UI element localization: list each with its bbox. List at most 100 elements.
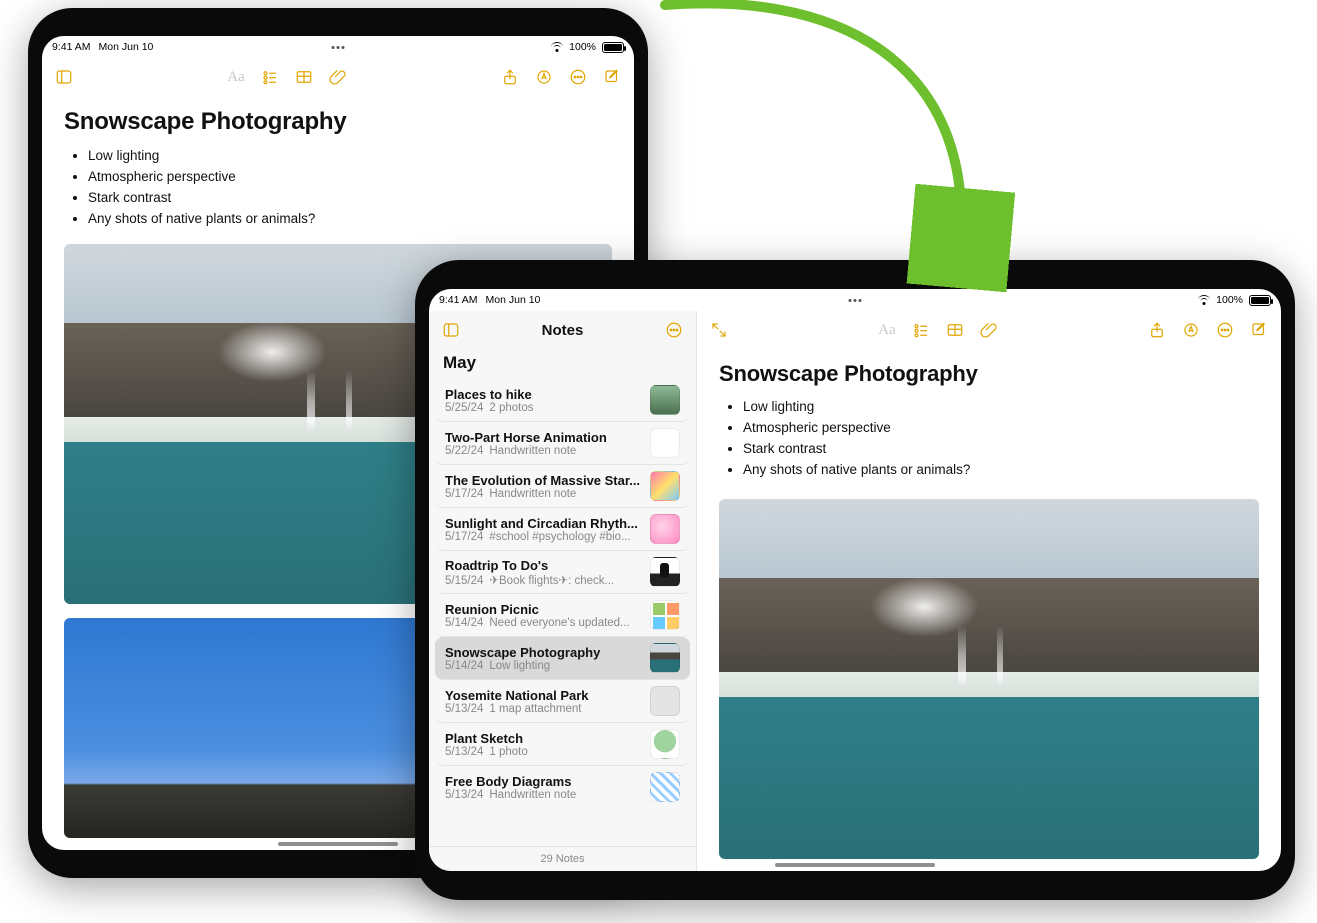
multitask-pill[interactable] bbox=[849, 299, 862, 302]
note-item-title: Reunion Picnic bbox=[445, 602, 642, 617]
battery-icon bbox=[602, 42, 624, 53]
table-button[interactable] bbox=[290, 63, 318, 91]
note-list-item[interactable]: Two-Part Horse Animation5/22/24Handwritt… bbox=[435, 422, 690, 465]
note-item-title: Sunlight and Circadian Rhyth... bbox=[445, 516, 642, 531]
bullet-item: Any shots of native plants or animals? bbox=[88, 209, 612, 230]
note-item-thumbnail bbox=[650, 514, 680, 544]
note-item-title: Places to hike bbox=[445, 387, 642, 402]
bullet-item: Atmospheric perspective bbox=[743, 418, 1259, 439]
sidebar-section-header: May bbox=[429, 349, 696, 379]
status-date: Mon Jun 10 bbox=[99, 41, 154, 53]
table-button[interactable] bbox=[941, 316, 969, 344]
bullet-item: Stark contrast bbox=[88, 188, 612, 209]
note-item-subtitle: 5/13/241 photo bbox=[445, 746, 642, 758]
note-item-subtitle: 5/17/24Handwritten note bbox=[445, 488, 642, 500]
note-list-item[interactable]: Places to hike5/25/242 photos bbox=[435, 379, 690, 422]
status-time: 9:41 AM bbox=[52, 41, 91, 53]
compose-icon bbox=[1250, 321, 1268, 339]
note-item-subtitle: 5/13/24Handwritten note bbox=[445, 789, 642, 801]
home-indicator[interactable] bbox=[278, 842, 398, 846]
text-format-button[interactable]: Aa bbox=[873, 316, 901, 344]
share-button[interactable] bbox=[496, 63, 524, 91]
markup-icon bbox=[1182, 321, 1200, 339]
note-toolbar: Aa bbox=[42, 58, 634, 96]
note-detail-pane: Aa bbox=[697, 311, 1281, 871]
checklist-button[interactable] bbox=[256, 63, 284, 91]
note-item-title: Two-Part Horse Animation bbox=[445, 430, 642, 445]
share-icon bbox=[501, 68, 519, 86]
ellipsis-circle-icon bbox=[1216, 321, 1234, 339]
expand-icon bbox=[710, 321, 728, 339]
note-list-item[interactable]: Yosemite National Park5/13/241 map attac… bbox=[435, 680, 690, 723]
note-list-item[interactable]: The Evolution of Massive Star...5/17/24H… bbox=[435, 465, 690, 508]
note-item-title: The Evolution of Massive Star... bbox=[445, 473, 642, 488]
note-title: Snowscape Photography bbox=[64, 108, 612, 136]
status-battery-pct: 100% bbox=[1216, 294, 1243, 306]
note-item-thumbnail bbox=[650, 428, 680, 458]
note-item-title: Plant Sketch bbox=[445, 731, 642, 746]
wifi-icon bbox=[1198, 295, 1210, 305]
note-title: Snowscape Photography bbox=[719, 361, 1259, 387]
home-indicator[interactable] bbox=[775, 863, 935, 867]
attach-button[interactable] bbox=[324, 63, 352, 91]
note-editor[interactable]: Snowscape Photography Low lighting Atmos… bbox=[697, 349, 1281, 871]
compose-icon bbox=[603, 68, 621, 86]
ipad-landscape: 9:41 AM Mon Jun 10 100% Notes bbox=[415, 260, 1295, 900]
note-item-subtitle: 5/14/24Low lighting bbox=[445, 660, 642, 672]
sidebar-toolbar: Notes bbox=[429, 311, 696, 349]
note-list-item[interactable]: Free Body Diagrams5/13/24Handwritten not… bbox=[435, 766, 690, 808]
more-button[interactable] bbox=[1211, 316, 1239, 344]
notes-list[interactable]: Places to hike5/25/242 photosTwo-Part Ho… bbox=[429, 379, 696, 846]
note-item-subtitle: 5/22/24Handwritten note bbox=[445, 445, 642, 457]
toggle-sidebar-button[interactable] bbox=[50, 63, 78, 91]
note-bullet-list: Low lighting Atmospheric perspective Sta… bbox=[64, 146, 612, 230]
status-battery-pct: 100% bbox=[569, 41, 596, 53]
fullscreen-button[interactable] bbox=[705, 316, 733, 344]
compose-button[interactable] bbox=[1245, 316, 1273, 344]
note-item-thumbnail bbox=[650, 557, 680, 587]
text-format-button[interactable]: Aa bbox=[222, 63, 250, 91]
bullet-item: Stark contrast bbox=[743, 439, 1259, 460]
sidebar-title: Notes bbox=[429, 322, 696, 339]
paperclip-icon bbox=[329, 68, 347, 86]
sidebar-icon bbox=[55, 68, 73, 86]
note-list-item[interactable]: Plant Sketch5/13/241 photo bbox=[435, 723, 690, 766]
multitask-pill[interactable] bbox=[332, 46, 345, 49]
note-item-thumbnail bbox=[650, 643, 680, 673]
compose-button[interactable] bbox=[598, 63, 626, 91]
aa-icon: Aa bbox=[878, 322, 896, 339]
bullet-item: Any shots of native plants or animals? bbox=[743, 460, 1259, 481]
note-item-subtitle: 5/25/242 photos bbox=[445, 402, 642, 414]
markup-button[interactable] bbox=[1177, 316, 1205, 344]
note-list-item[interactable]: Snowscape Photography5/14/24Low lighting bbox=[435, 637, 690, 680]
note-toolbar: Aa bbox=[697, 311, 1281, 349]
note-item-subtitle: 5/15/24✈︎Book flights✈︎: check... bbox=[445, 573, 642, 587]
note-item-subtitle: 5/13/241 map attachment bbox=[445, 703, 642, 715]
note-list-item[interactable]: Sunlight and Circadian Rhyth...5/17/24#s… bbox=[435, 508, 690, 551]
ellipsis-circle-icon bbox=[569, 68, 587, 86]
note-item-thumbnail bbox=[650, 686, 680, 716]
note-list-item[interactable]: Reunion Picnic5/14/24Need everyone's upd… bbox=[435, 594, 690, 637]
note-item-thumbnail bbox=[650, 385, 680, 415]
note-bullet-list: Low lighting Atmospheric perspective Sta… bbox=[719, 397, 1259, 481]
battery-icon bbox=[1249, 295, 1271, 306]
note-item-thumbnail bbox=[650, 772, 680, 802]
note-item-thumbnail bbox=[650, 729, 680, 759]
note-list-item[interactable]: Roadtrip To Do's5/15/24✈︎Book flights✈︎:… bbox=[435, 551, 690, 594]
bullet-item: Low lighting bbox=[88, 146, 612, 167]
share-icon bbox=[1148, 321, 1166, 339]
more-button[interactable] bbox=[564, 63, 592, 91]
aa-icon: Aa bbox=[227, 69, 245, 86]
markup-button[interactable] bbox=[530, 63, 558, 91]
checklist-icon bbox=[912, 321, 930, 339]
wifi-icon bbox=[551, 42, 563, 52]
attach-button[interactable] bbox=[975, 316, 1003, 344]
notes-list-pane: Notes May Places to hike5/25/242 photosT… bbox=[429, 311, 697, 871]
note-item-subtitle: 5/17/24#school #psychology #bio... bbox=[445, 531, 642, 543]
note-photo-waterfall[interactable] bbox=[719, 499, 1259, 859]
note-item-title: Free Body Diagrams bbox=[445, 774, 642, 789]
share-button[interactable] bbox=[1143, 316, 1171, 344]
bullet-item: Atmospheric perspective bbox=[88, 167, 612, 188]
note-item-thumbnail bbox=[650, 471, 680, 501]
checklist-button[interactable] bbox=[907, 316, 935, 344]
